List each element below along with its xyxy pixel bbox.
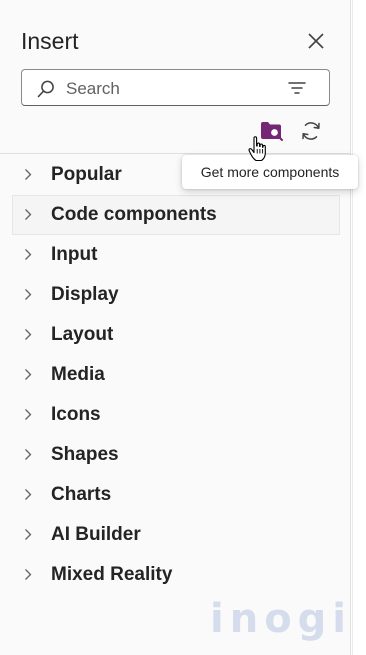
search-box[interactable] — [21, 69, 330, 106]
category-label: Popular — [51, 164, 122, 185]
refresh-icon[interactable] — [299, 119, 323, 143]
category-item-code-components[interactable]: Code components — [12, 195, 340, 235]
category-label: AI Builder — [51, 524, 141, 545]
chevron-right-icon — [24, 208, 32, 221]
category-item-layout[interactable]: Layout — [12, 315, 340, 355]
chevron-right-icon — [24, 328, 32, 341]
chevron-right-icon — [24, 568, 32, 581]
category-label: Display — [51, 284, 119, 305]
category-label: Input — [51, 244, 98, 265]
category-label: Mixed Reality — [51, 564, 173, 585]
close-icon[interactable] — [305, 30, 327, 52]
search-input[interactable] — [64, 76, 288, 102]
category-item-mixed-reality[interactable]: Mixed Reality — [12, 555, 340, 595]
category-item-input[interactable]: Input — [12, 235, 340, 275]
chevron-right-icon — [24, 288, 32, 301]
filter-icon[interactable] — [287, 80, 307, 96]
chevron-right-icon — [24, 528, 32, 541]
category-item-icons[interactable]: Icons — [12, 395, 340, 435]
panel-title: Insert — [21, 28, 79, 54]
chevron-right-icon — [24, 408, 32, 421]
search-icon — [37, 80, 55, 98]
category-list: Popular Code components Input Display La… — [12, 155, 340, 595]
insert-panel: Insert Search Popular Code components In… — [0, 0, 366, 655]
hand-cursor-icon — [248, 136, 268, 162]
category-item-charts[interactable]: Charts — [12, 475, 340, 515]
category-label: Charts — [51, 484, 112, 505]
toolbar-divider — [0, 153, 351, 154]
category-label: Code components — [51, 204, 217, 225]
category-label: Shapes — [51, 444, 119, 465]
category-label: Layout — [51, 324, 114, 345]
tooltip-get-more-components: Get more components — [182, 155, 358, 189]
category-label: Icons — [51, 404, 101, 425]
chevron-right-icon — [24, 488, 32, 501]
chevron-right-icon — [24, 448, 32, 461]
category-item-display[interactable]: Display — [12, 275, 340, 315]
chevron-right-icon — [24, 248, 32, 261]
category-item-ai-builder[interactable]: AI Builder — [12, 515, 340, 555]
chevron-right-icon — [24, 368, 32, 381]
category-item-shapes[interactable]: Shapes — [12, 435, 340, 475]
chevron-right-icon — [24, 168, 32, 181]
watermark-logo: inogic — [210, 596, 366, 642]
category-item-media[interactable]: Media — [12, 355, 340, 395]
canvas-edge — [352, 0, 366, 655]
category-label: Media — [51, 364, 105, 385]
